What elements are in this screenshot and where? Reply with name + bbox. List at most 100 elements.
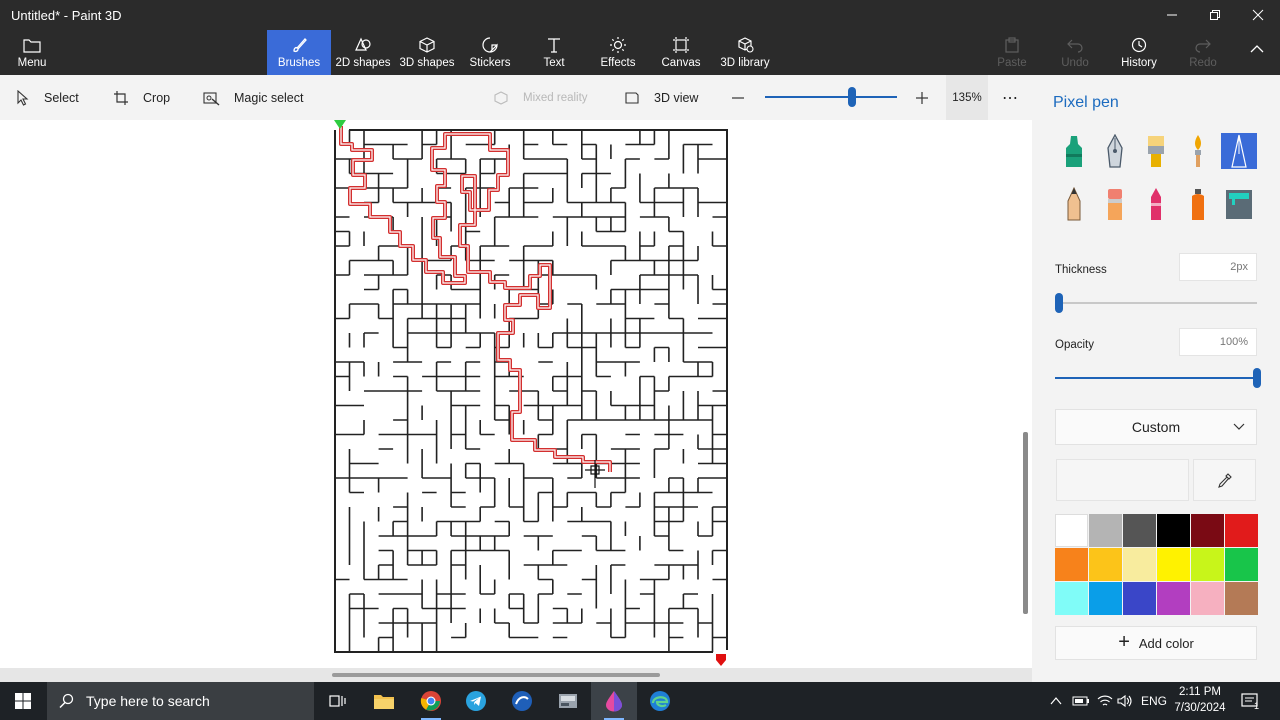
network-status[interactable] [1097,682,1113,720]
color-swatch[interactable] [1157,582,1190,615]
color-swatch[interactable] [1123,582,1156,615]
chrome-button[interactable] [408,682,454,720]
collapse-ribbon-button[interactable] [1240,30,1274,75]
clipboard-icon [1003,36,1021,54]
tab-label: Canvas [661,57,701,69]
color-swatch[interactable] [1089,548,1122,581]
magic-select-button[interactable]: Magic select [203,75,303,120]
start-button[interactable] [0,682,46,720]
color-swatch[interactable] [1191,514,1224,547]
color-swatch[interactable] [1191,582,1224,615]
tab-label: 3D library [720,57,770,69]
opacity-input[interactable]: 100% [1179,328,1257,356]
pencil-icon [1067,187,1081,221]
drawing-canvas[interactable] [0,120,1032,668]
more-options-button[interactable]: ⋯ [1002,75,1019,120]
color-swatch[interactable] [1225,548,1258,581]
color-swatch[interactable] [1123,514,1156,547]
crop-button[interactable]: Crop [113,75,170,120]
eyedropper-button[interactable] [1193,459,1256,501]
thickness-slider-thumb[interactable] [1055,293,1064,313]
color-swatch[interactable] [1157,514,1190,547]
3d-view-label: 3D view [654,90,699,105]
spray-can-brush[interactable] [1180,186,1216,222]
maximize-button[interactable] [1193,0,1237,30]
paste-button[interactable]: Paste [992,30,1032,75]
fill-brush[interactable] [1221,186,1257,222]
oil-brush[interactable] [1138,133,1174,169]
tab-stickers[interactable]: Stickers [462,30,518,75]
zoom-out-button[interactable] [731,75,759,120]
zoom-slider-thumb[interactable] [848,87,857,107]
add-color-button[interactable]: + Add color [1055,626,1257,660]
language-indicator[interactable]: ENG [1141,682,1167,720]
volume-control[interactable] [1117,682,1133,720]
color-swatch[interactable] [1089,582,1122,615]
notifications-button[interactable]: 1 [1240,682,1259,720]
clock[interactable]: 2:11 PM 7/30/2024 [1168,684,1232,716]
crop-label: Crop [143,90,171,105]
paint-3d-button[interactable] [591,682,637,720]
tab-effects[interactable]: Effects [594,30,642,75]
tab-brushes[interactable]: Brushes [267,30,331,75]
crayon-brush[interactable] [1138,186,1174,222]
color-swatch[interactable] [1225,582,1258,615]
thickness-slider-track[interactable] [1055,302,1257,304]
close-button[interactable] [1236,0,1280,30]
taskbar-search[interactable]: Type here to search [47,682,314,720]
history-button[interactable]: History [1117,30,1161,75]
watercolor-brush[interactable] [1180,133,1216,169]
thickness-input[interactable]: 2px [1179,253,1257,281]
pixel-pen-brush[interactable] [1221,133,1257,169]
3d-library-icon [736,36,754,54]
color-swatch[interactable] [1055,514,1088,547]
zoom-in-button[interactable] [915,75,943,120]
tab-3d-shapes[interactable]: 3D shapes [397,30,457,75]
redo-button[interactable]: Redo [1183,30,1223,75]
chevron-up-icon [1250,45,1264,53]
battery-status[interactable] [1072,682,1090,720]
finish-dropdown[interactable]: Custom [1055,409,1257,445]
tab-text[interactable]: Text [530,30,578,75]
edge-button[interactable] [637,682,683,720]
undo-button[interactable]: Undo [1055,30,1095,75]
redo-icon [1194,36,1212,54]
mixed-reality-button[interactable]: Mixed reality [493,75,588,120]
telegram-icon [466,691,486,711]
eraser-brush[interactable] [1097,186,1133,222]
minimize-button[interactable] [1150,0,1194,30]
marker-brush[interactable] [1056,133,1092,169]
menu-button[interactable]: Menu [10,30,54,75]
color-swatch[interactable] [1055,548,1088,581]
color-swatch[interactable] [1055,582,1088,615]
tab-2d-shapes[interactable]: 2D shapes [333,30,393,75]
color-swatch[interactable] [1225,514,1258,547]
tab-canvas[interactable]: Canvas [657,30,705,75]
3d-view-button[interactable]: 3D view [624,75,698,120]
task-view-button[interactable] [314,682,360,720]
file-explorer-button[interactable] [361,682,407,720]
color-swatch[interactable] [1089,514,1122,547]
plus-icon: + [1118,630,1130,653]
color-swatch[interactable] [1123,548,1156,581]
app-blue-button[interactable] [499,682,545,720]
current-color-preview[interactable] [1056,459,1189,501]
zoom-slider[interactable] [765,75,897,120]
spray-can-icon [1192,189,1204,220]
select-button[interactable]: Select [16,75,79,120]
telegram-button[interactable] [453,682,499,720]
vertical-scrollbar[interactable] [1023,432,1028,614]
opacity-slider-thumb[interactable] [1253,368,1261,388]
app-storage-button[interactable] [545,682,591,720]
color-swatch[interactable] [1191,548,1224,581]
horizontal-scrollbar[interactable] [332,673,660,677]
show-hidden-icons[interactable] [1050,682,1062,720]
color-swatch[interactable] [1157,548,1190,581]
maze-drawing[interactable] [0,120,1032,668]
sticker-icon [481,36,499,54]
calligraphy-pen-brush[interactable] [1097,133,1133,169]
title-bar: Untitled* - Paint 3D [0,0,1280,30]
tab-3d-library[interactable]: 3D library [716,30,774,75]
pencil-brush[interactable] [1056,186,1092,222]
zoom-percentage[interactable]: 135% [946,75,988,120]
